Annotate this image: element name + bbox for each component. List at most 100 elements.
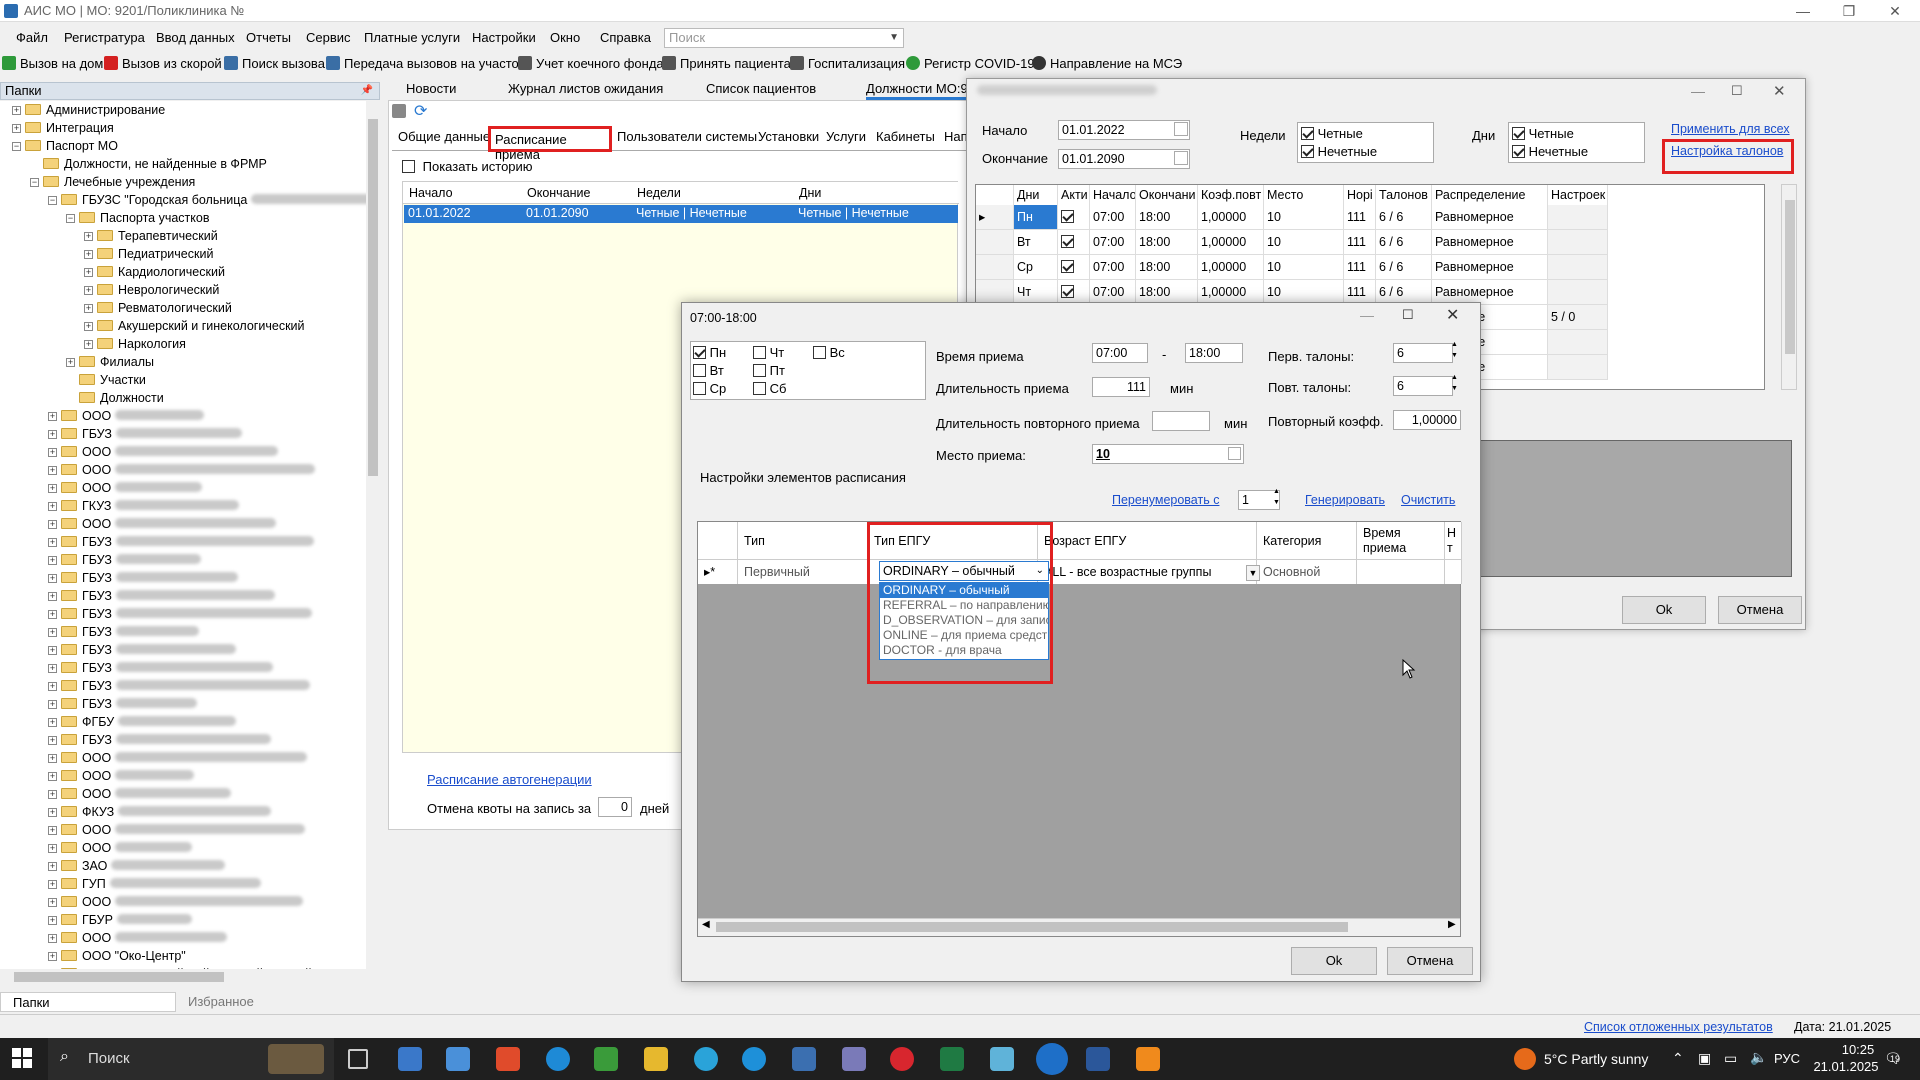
- skype-icon[interactable]: [742, 1047, 766, 1071]
- expand-icon[interactable]: +: [12, 106, 21, 115]
- tree-item[interactable]: + ГБУЗ: [48, 587, 275, 605]
- days-grid-cell[interactable]: [1548, 255, 1608, 280]
- scroll-left-icon[interactable]: ◀: [702, 919, 710, 930]
- days-grid-header-cell[interactable]: Настроек: [1548, 185, 1608, 205]
- days-grid-header-cell[interactable]: Коэф.повт: [1198, 185, 1264, 205]
- days-grid-cell[interactable]: 10: [1264, 230, 1344, 255]
- days-grid-header-cell[interactable]: Окончани: [1136, 185, 1198, 205]
- chevron-down-icon[interactable]: ⌄: [1036, 562, 1044, 580]
- active-checkbox[interactable]: [1061, 260, 1074, 273]
- close-icon[interactable]: ✕: [1773, 82, 1786, 100]
- col-epgu-age[interactable]: Возраст ЕПГУ: [1038, 522, 1257, 560]
- weather-text[interactable]: 5°C Partly sunny: [1544, 1051, 1648, 1067]
- days-grid-cell[interactable]: 111: [1344, 255, 1376, 280]
- repeat-talons-input[interactable]: 6: [1393, 376, 1453, 396]
- expand-icon[interactable]: +: [48, 808, 57, 817]
- cancel-button[interactable]: Отмена: [1387, 947, 1473, 975]
- expand-icon[interactable]: +: [84, 286, 93, 295]
- time-from-input[interactable]: 07:00: [1092, 343, 1148, 363]
- expand-icon[interactable]: +: [48, 466, 57, 475]
- days-grid-cell[interactable]: Равномерное: [1432, 205, 1548, 230]
- calendar-icon[interactable]: [1174, 151, 1188, 165]
- tab-more[interactable]: Нап: [944, 129, 968, 144]
- expand-icon[interactable]: +: [48, 610, 57, 619]
- volume-icon[interactable]: 🔈: [1750, 1049, 1767, 1066]
- days-grid-cell[interactable]: 6 / 6: [1376, 230, 1432, 255]
- epgu-option-referral[interactable]: REFERRAL – по направлению: [880, 598, 1048, 613]
- menu-reports[interactable]: Отчеты: [246, 30, 291, 45]
- menu-file[interactable]: Файл: [16, 30, 48, 45]
- save-icon[interactable]: [392, 104, 406, 118]
- tree-hscroll-thumb[interactable]: [14, 972, 224, 982]
- days-grid-cell[interactable]: Равномерное: [1432, 230, 1548, 255]
- taskbar-search-box[interactable]: ⌕ Поиск: [48, 1038, 334, 1080]
- back-ok-button[interactable]: Ok: [1622, 596, 1706, 624]
- expand-icon[interactable]: +: [48, 646, 57, 655]
- col-days[interactable]: Дни: [799, 182, 821, 204]
- tab-folders[interactable]: Папки: [0, 992, 176, 1012]
- mse-referral-button[interactable]: Направление на МСЭ: [1032, 56, 1182, 71]
- collapse-icon[interactable]: −: [48, 196, 57, 205]
- tree-item[interactable]: + Филиалы: [66, 353, 154, 371]
- expand-icon[interactable]: +: [48, 754, 57, 763]
- tree-item[interactable]: + ООО: [48, 479, 203, 497]
- tree-item[interactable]: + ЗАО: [48, 857, 226, 875]
- tree-item[interactable]: + ГБУЗ: [48, 605, 312, 623]
- tree-item[interactable]: + ООО: [48, 929, 228, 947]
- menu-settings[interactable]: Настройки: [472, 30, 536, 45]
- chevron-down-icon[interactable]: ▼: [1246, 565, 1260, 581]
- weeks-odd-checkbox[interactable]: Нечетные: [1301, 144, 1377, 159]
- days-grid-cell[interactable]: [1058, 205, 1090, 230]
- days-grid-header-cell[interactable]: Талонов: [1376, 185, 1432, 205]
- day-mon-checkbox[interactable]: Пн: [693, 345, 726, 360]
- expand-icon[interactable]: +: [48, 682, 57, 691]
- cell-type[interactable]: Первичный: [738, 560, 868, 584]
- days-grid-cell[interactable]: 10: [1264, 255, 1344, 280]
- days-grid-cell[interactable]: 1,00000: [1198, 230, 1264, 255]
- tree-item[interactable]: − Лечебные учреждения: [30, 173, 195, 191]
- remote-desktop-icon[interactable]: [792, 1047, 816, 1071]
- col-start[interactable]: Начало: [409, 182, 453, 204]
- tree-item[interactable]: + ГБУЗ: [48, 569, 238, 587]
- days-grid-cell[interactable]: 07:00: [1090, 230, 1136, 255]
- maximize-button[interactable]: ❐: [1826, 0, 1872, 22]
- tree-item[interactable]: + Акушерский и гинекологический: [84, 317, 305, 335]
- days-grid-cell[interactable]: [1548, 205, 1608, 230]
- days-grid-cell[interactable]: Равномерное: [1432, 255, 1548, 280]
- expand-icon[interactable]: +: [84, 322, 93, 331]
- excel-icon[interactable]: [940, 1047, 964, 1071]
- epgu-option-online[interactable]: ONLINE – для приема средства: [880, 628, 1048, 643]
- expand-icon[interactable]: +: [48, 700, 57, 709]
- calendar-icon[interactable]: [1174, 122, 1188, 136]
- days-grid-header-cell[interactable]: Место: [1264, 185, 1344, 205]
- home-call-button[interactable]: Вызов на дом: [2, 56, 103, 71]
- expand-icon[interactable]: +: [48, 952, 57, 961]
- notepad-icon[interactable]: [594, 1047, 618, 1071]
- expand-icon[interactable]: +: [48, 556, 57, 565]
- days-odd-checkbox[interactable]: Нечетные: [1512, 144, 1588, 159]
- days-grid-cell[interactable]: 111: [1344, 230, 1376, 255]
- opera-icon[interactable]: [890, 1047, 914, 1071]
- day-wed-checkbox[interactable]: Ср: [693, 381, 726, 396]
- expand-icon[interactable]: +: [48, 790, 57, 799]
- tree-item[interactable]: + ФКУЗ: [48, 803, 272, 821]
- expand-icon[interactable]: +: [48, 736, 57, 745]
- show-history-checkbox[interactable]: Показать историю: [402, 159, 533, 174]
- chevron-down-icon[interactable]: ▼: [889, 29, 899, 47]
- days-grid-cell[interactable]: [1548, 355, 1608, 380]
- pin-icon[interactable]: 📌: [361, 83, 373, 99]
- cell-time[interactable]: [1357, 560, 1445, 584]
- days-grid-cell[interactable]: 6 / 6: [1376, 255, 1432, 280]
- language-indicator[interactable]: РУС: [1774, 1051, 1800, 1066]
- tab-patient-list[interactable]: Список пациентов: [706, 81, 816, 96]
- days-grid-cell[interactable]: 5 / 0: [1548, 305, 1608, 330]
- tree-item[interactable]: + Интеграция: [12, 119, 114, 137]
- tab-cabinets[interactable]: Кабинеты: [876, 129, 935, 144]
- maximize-icon[interactable]: ☐: [1731, 83, 1743, 99]
- tree-item[interactable]: − Паспорт МО: [12, 137, 118, 155]
- app-purple-icon[interactable]: [842, 1047, 866, 1071]
- word-icon[interactable]: [1086, 1047, 1110, 1071]
- first-talons-input[interactable]: 6: [1393, 343, 1453, 363]
- tree-item[interactable]: + ООО: [48, 407, 205, 425]
- elements-grid-hscroll-thumb[interactable]: [716, 922, 1348, 932]
